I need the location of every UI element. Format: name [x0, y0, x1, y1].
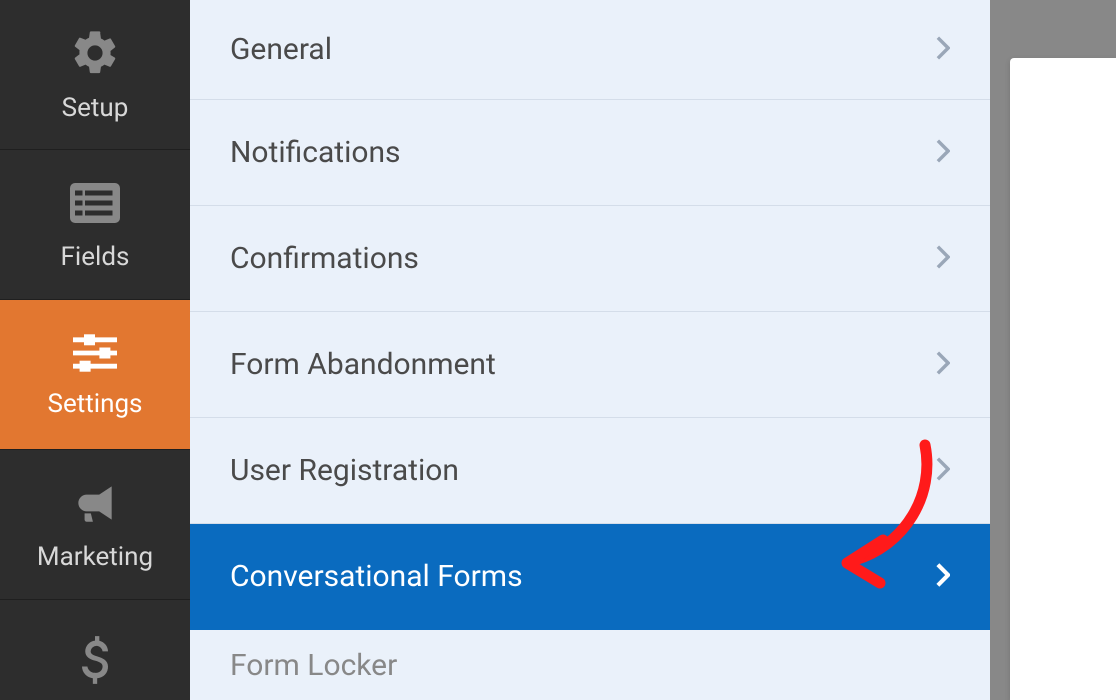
sidebar-item-fields[interactable]: Fields	[0, 150, 190, 300]
content-card-inner	[1010, 58, 1116, 118]
chevron-right-icon	[936, 351, 950, 379]
settings-row-user-registration[interactable]: User Registration	[190, 418, 990, 524]
bullhorn-icon	[70, 478, 120, 528]
sliders-icon	[68, 331, 122, 375]
settings-row-label: User Registration	[230, 453, 459, 488]
list-icon	[65, 178, 125, 228]
settings-row-notifications[interactable]: Notifications	[190, 100, 990, 206]
sidebar-item-label: Settings	[48, 389, 143, 419]
chevron-right-icon	[936, 563, 950, 591]
sidebar-item-label: Fields	[61, 242, 130, 272]
settings-row-label: Notifications	[230, 135, 401, 170]
settings-row-label: Confirmations	[230, 241, 419, 276]
chevron-right-icon	[936, 457, 950, 485]
sidebar-item-marketing[interactable]: Marketing	[0, 450, 190, 600]
gap-divider	[990, 0, 1010, 700]
sidebar-item-setup[interactable]: Setup	[0, 0, 190, 150]
settings-row-label: Form Abandonment	[230, 347, 496, 382]
sidebar-nav: Setup Fields Settings	[0, 0, 190, 700]
settings-row-label: Form Locker	[230, 648, 397, 683]
sidebar-item-settings[interactable]: Settings	[0, 300, 190, 450]
chevron-right-icon	[936, 245, 950, 273]
dollar-icon	[77, 634, 113, 686]
settings-row-form-locker[interactable]: Form Locker	[190, 630, 990, 700]
sidebar-item-payments[interactable]	[0, 600, 190, 700]
chevron-right-icon	[936, 36, 950, 64]
settings-row-label: Conversational Forms	[230, 559, 523, 594]
settings-row-general[interactable]: General	[190, 0, 990, 100]
chevron-right-icon	[936, 139, 950, 167]
app-root: Setup Fields Settings	[0, 0, 1116, 700]
gear-icon	[69, 27, 121, 79]
settings-row-form-abandonment[interactable]: Form Abandonment	[190, 312, 990, 418]
sidebar-item-label: Marketing	[37, 542, 153, 572]
settings-row-conversational-forms[interactable]: Conversational Forms	[190, 524, 990, 630]
settings-panel: General Notifications Confirmations Form…	[190, 0, 990, 700]
settings-row-label: General	[230, 32, 332, 67]
settings-row-confirmations[interactable]: Confirmations	[190, 206, 990, 312]
content-card	[1010, 58, 1116, 700]
sidebar-item-label: Setup	[62, 93, 129, 123]
